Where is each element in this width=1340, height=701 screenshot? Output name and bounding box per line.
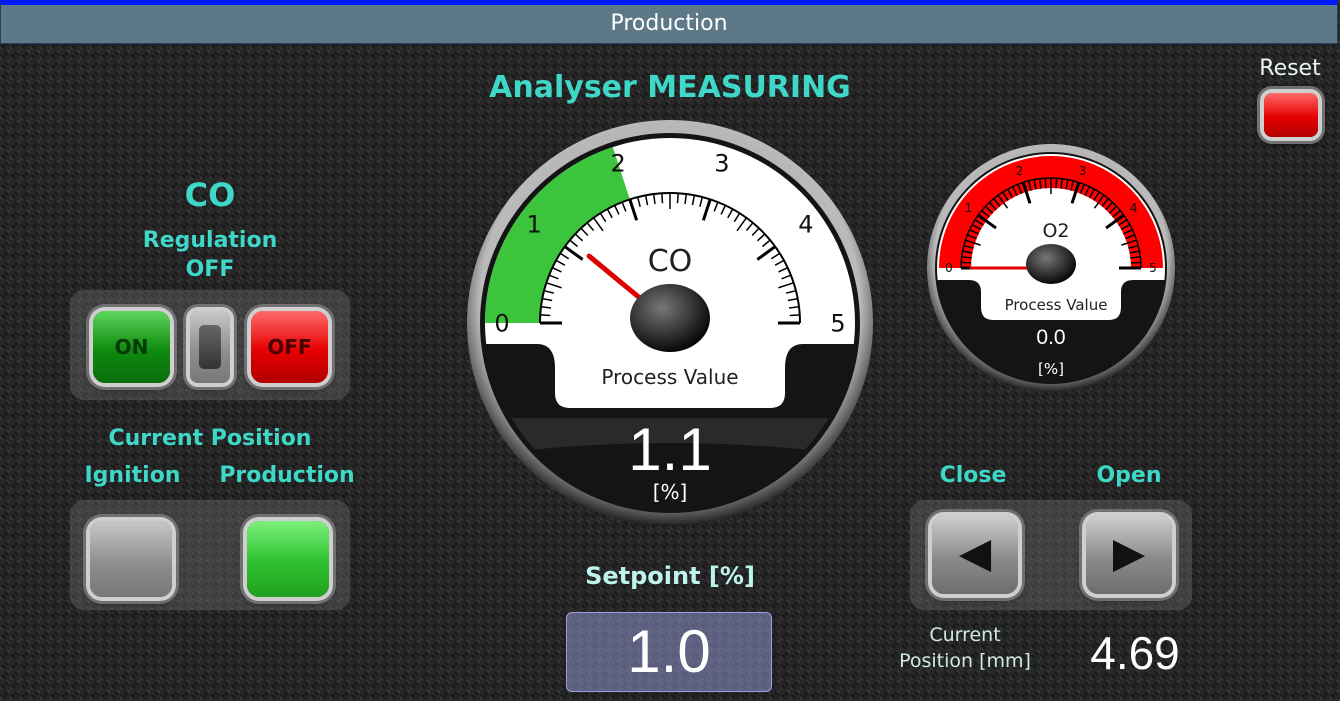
damper-position-value: 4.69 bbox=[1090, 627, 1180, 679]
close-label: Close bbox=[939, 463, 1007, 488]
o2-tick-label: 3 bbox=[1079, 164, 1087, 178]
arrow-right-icon: ▶ bbox=[1112, 528, 1146, 577]
regulation-label: Regulation bbox=[142, 228, 278, 253]
o2-tick-label: 0 bbox=[945, 261, 953, 275]
production-indicator[interactable] bbox=[247, 521, 329, 597]
reset-label: Reset bbox=[1259, 56, 1321, 81]
o2-unit: [%] bbox=[1038, 360, 1064, 378]
o2-tick bbox=[961, 261, 972, 264]
o2-gauge: 0 1 2 3 4 5 O2 Process Value 0.0 [%] bbox=[927, 144, 1175, 392]
o2-tick bbox=[1055, 178, 1058, 189]
regulation-name: CO bbox=[184, 176, 236, 214]
o2-tick-label: 4 bbox=[1130, 201, 1138, 215]
open-label: Open bbox=[1096, 463, 1162, 488]
title-bar: Production bbox=[0, 0, 1338, 44]
ignition-indicator[interactable] bbox=[90, 521, 172, 597]
page-title: Production bbox=[610, 11, 728, 36]
toggle-lever bbox=[199, 325, 221, 369]
arrow-left-icon: ◀ bbox=[958, 528, 992, 577]
regulation-off-label: OFF bbox=[267, 335, 312, 359]
co-tick bbox=[540, 314, 551, 317]
o2-tick bbox=[1044, 178, 1047, 189]
analyser-status: Analyser MEASURING bbox=[489, 70, 851, 105]
co-tick bbox=[661, 193, 664, 204]
co-unit: [%] bbox=[653, 480, 688, 504]
setpoint-input[interactable]: 1.0 bbox=[566, 612, 772, 692]
co-tick-label: 5 bbox=[830, 309, 845, 337]
regulation-toggle-switch[interactable] bbox=[190, 311, 230, 383]
setpoint-label: Setpoint [%] bbox=[585, 562, 755, 590]
position-title: Current Position bbox=[108, 426, 312, 451]
co-tick bbox=[789, 314, 800, 317]
co-gauge-caption: Process Value bbox=[601, 365, 738, 389]
o2-value: 0.0 bbox=[1036, 326, 1065, 349]
regulation-state: OFF bbox=[185, 257, 235, 282]
o2-tick bbox=[1130, 261, 1141, 264]
o2-tick-label: 2 bbox=[1016, 164, 1024, 178]
damper-position-label-line1: Current bbox=[929, 624, 1001, 646]
co-tick-label: 1 bbox=[526, 211, 541, 239]
reset-button[interactable] bbox=[1264, 93, 1318, 137]
co-tick-label: 3 bbox=[714, 150, 729, 178]
o2-gauge-name: O2 bbox=[1042, 220, 1069, 242]
co-gauge: 0 1 2 3 4 5 CO Process Value 1.1 [%] bbox=[467, 120, 873, 524]
co-tick-label: 0 bbox=[494, 309, 509, 337]
close-button[interactable]: ◀ bbox=[932, 516, 1018, 594]
regulation-on-label: ON bbox=[114, 335, 149, 359]
o2-tick-label: 1 bbox=[965, 201, 973, 215]
co-tick-label: 2 bbox=[610, 150, 625, 178]
co-value: 1.1 bbox=[628, 416, 711, 483]
production-label: Production bbox=[219, 463, 355, 488]
co-gauge-hub bbox=[630, 284, 710, 352]
o2-tick-label: 5 bbox=[1149, 261, 1157, 275]
o2-gauge-caption: Process Value bbox=[1005, 296, 1108, 314]
ignition-label: Ignition bbox=[84, 463, 181, 488]
setpoint-value: 1.0 bbox=[627, 618, 711, 685]
o2-gauge-hub bbox=[1026, 244, 1076, 284]
co-tick-label: 4 bbox=[798, 211, 813, 239]
co-tick bbox=[676, 193, 679, 204]
damper-position-label-line2: Position [mm] bbox=[899, 650, 1031, 672]
open-button[interactable]: ▶ bbox=[1086, 516, 1172, 594]
regulation-off-button[interactable]: OFF bbox=[251, 311, 328, 383]
regulation-on-button[interactable]: ON bbox=[93, 311, 170, 383]
co-gauge-name: CO bbox=[648, 244, 693, 279]
